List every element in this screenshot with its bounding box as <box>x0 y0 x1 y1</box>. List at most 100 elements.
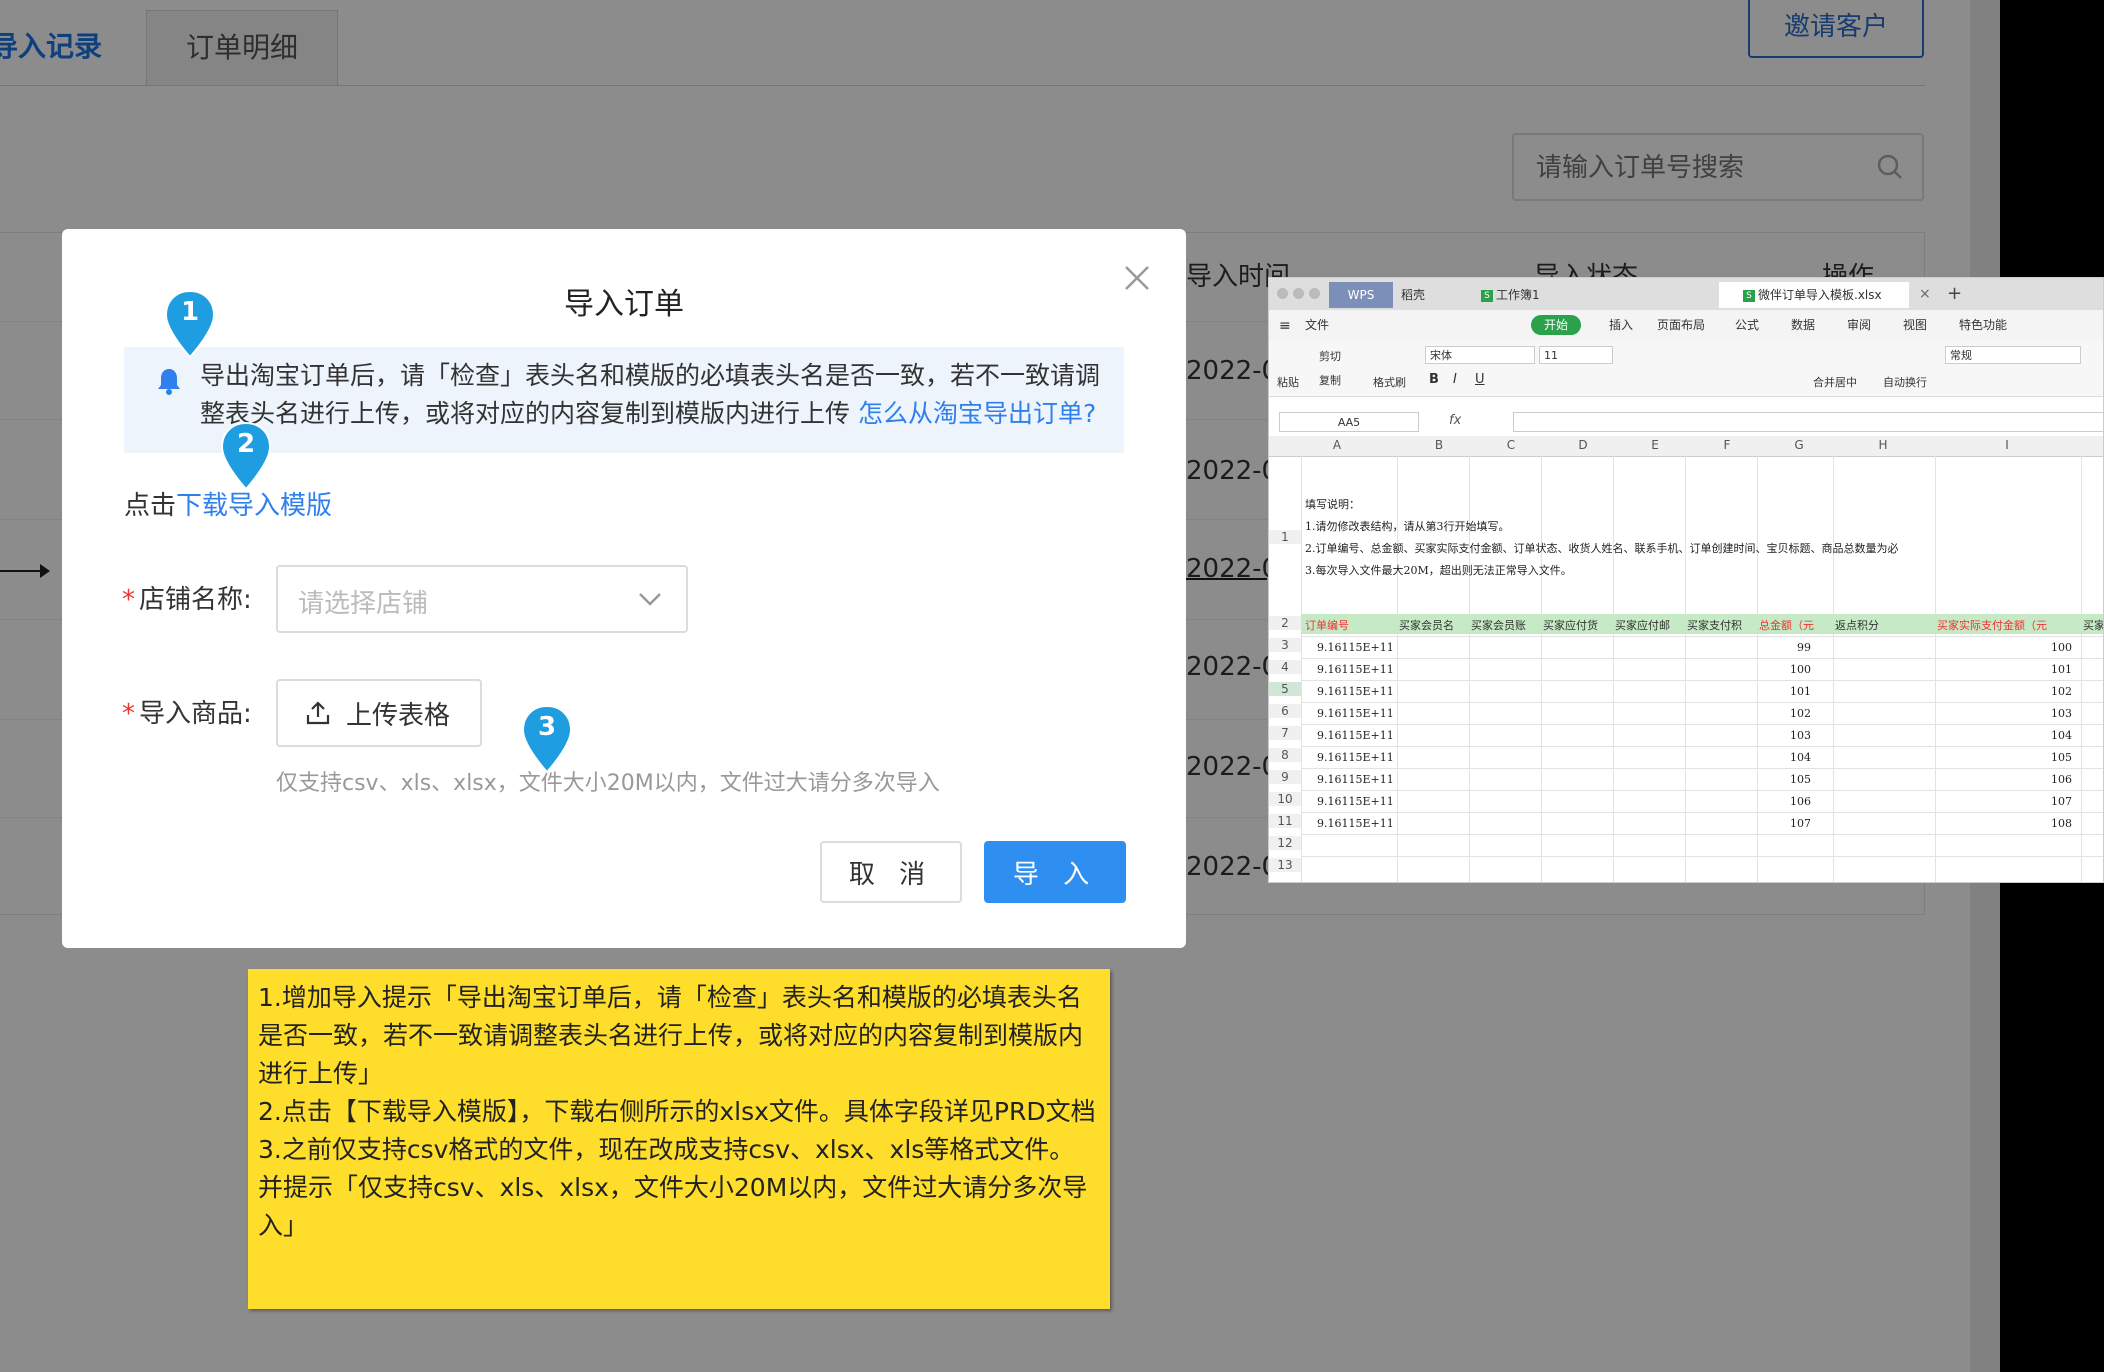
header-cell[interactable]: 买家会员名 <box>1399 617 1469 633</box>
header-cell[interactable]: 订单编号 <box>1305 617 1395 633</box>
row-number[interactable]: 7 <box>1269 726 1301 740</box>
paid-cell[interactable]: 105 <box>2051 751 2072 764</box>
row-number[interactable]: 10 <box>1269 792 1301 806</box>
order-id-cell[interactable]: 9.16115E+11 <box>1317 751 1394 764</box>
cut-button[interactable]: 剪切 <box>1319 348 1341 364</box>
order-id-cell[interactable]: 9.16115E+11 <box>1317 663 1394 676</box>
total-cell[interactable]: 100 <box>1790 663 1811 676</box>
sheet-tab-file[interactable]: S 微伴订单导入模板.xlsx <box>1719 282 1909 308</box>
menu-data[interactable]: 数据 <box>1791 316 1815 333</box>
total-cell[interactable]: 106 <box>1790 795 1811 808</box>
menu-special[interactable]: 特色功能 <box>1959 316 2007 333</box>
hamburger-icon[interactable]: ≡ <box>1279 318 1291 334</box>
row-number[interactable]: 8 <box>1269 748 1301 762</box>
column-letter[interactable]: G <box>1789 438 1809 452</box>
underline-icon[interactable]: U <box>1475 372 1485 387</box>
cancel-button[interactable]: 取 消 <box>820 841 962 903</box>
menu-view[interactable]: 视图 <box>1903 316 1927 333</box>
menu-start[interactable]: 开始 <box>1531 315 1581 335</box>
row-number[interactable]: 9 <box>1269 770 1301 784</box>
export-taobao-help-link[interactable]: 怎么从淘宝导出订单? <box>858 399 1096 428</box>
total-cell[interactable]: 107 <box>1790 817 1811 830</box>
store-select[interactable]: 请选择店铺 <box>276 565 688 633</box>
header-cell[interactable]: 买家应付邮 <box>1615 617 1685 633</box>
font-select[interactable]: 宋体 <box>1425 346 1535 364</box>
bold-icon[interactable]: B <box>1429 372 1439 387</box>
sheet-tab-wps[interactable]: WPS <box>1329 282 1393 308</box>
merge-center-button[interactable]: 合并居中 <box>1813 374 1857 390</box>
row-number[interactable]: 5 <box>1269 682 1301 696</box>
grid-line <box>1301 724 2103 725</box>
row-number[interactable]: 12 <box>1269 836 1301 850</box>
row-number[interactable]: 1 <box>1269 530 1301 544</box>
name-box[interactable]: AA5 <box>1279 412 1419 432</box>
total-cell[interactable]: 105 <box>1790 773 1811 786</box>
header-cell[interactable]: 买家 <box>2083 617 2103 633</box>
total-cell[interactable]: 99 <box>1797 641 1811 654</box>
row-number[interactable]: 3 <box>1269 638 1301 652</box>
badge-number: 1 <box>180 297 200 327</box>
paid-cell[interactable]: 106 <box>2051 773 2072 786</box>
order-id-cell[interactable]: 9.16115E+11 <box>1317 641 1394 654</box>
header-cell[interactable]: 买家会员账 <box>1471 617 1541 633</box>
italic-icon[interactable]: I <box>1453 372 1457 387</box>
close-icon[interactable] <box>1122 263 1152 293</box>
total-cell[interactable]: 104 <box>1790 751 1811 764</box>
paid-cell[interactable]: 100 <box>2051 641 2072 654</box>
total-cell[interactable]: 101 <box>1790 685 1811 698</box>
menu-file[interactable]: 文件 <box>1305 316 1329 333</box>
sheet-tab-doc[interactable]: 稻壳 <box>1401 282 1425 308</box>
grid-line <box>1301 680 2103 681</box>
order-id-cell[interactable]: 9.16115E+11 <box>1317 685 1394 698</box>
header-cell[interactable]: 买家支付积 <box>1687 617 1757 633</box>
paid-cell[interactable]: 108 <box>2051 817 2072 830</box>
order-id-cell[interactable]: 9.16115E+11 <box>1317 817 1394 830</box>
download-template-link[interactable]: 下载导入模版 <box>176 491 332 521</box>
header-cell[interactable]: 总金额（元 <box>1759 617 1833 633</box>
order-id-cell[interactable]: 9.16115E+11 <box>1317 707 1394 720</box>
header-cell[interactable]: 买家应付货 <box>1543 617 1613 633</box>
column-letter[interactable]: D <box>1573 438 1593 452</box>
column-letter[interactable]: C <box>1501 438 1521 452</box>
paid-cell[interactable]: 104 <box>2051 729 2072 742</box>
header-cell[interactable]: 返点积分 <box>1835 617 1935 633</box>
paid-cell[interactable]: 107 <box>2051 795 2072 808</box>
total-cell[interactable]: 103 <box>1790 729 1811 742</box>
menu-page-layout[interactable]: 页面布局 <box>1657 316 1705 333</box>
paid-cell[interactable]: 101 <box>2051 663 2072 676</box>
order-id-cell[interactable]: 9.16115E+11 <box>1317 795 1394 808</box>
import-button[interactable]: 导 入 <box>984 841 1126 903</box>
column-letter[interactable]: H <box>1873 438 1893 452</box>
sheet-tab-workbook[interactable]: S 工作簿1 <box>1481 282 1540 308</box>
order-id-cell[interactable]: 9.16115E+11 <box>1317 729 1394 742</box>
new-tab-icon[interactable]: + <box>1947 283 1962 304</box>
total-cell[interactable]: 102 <box>1790 707 1811 720</box>
row-number[interactable]: 2 <box>1269 616 1301 630</box>
row-number[interactable]: 13 <box>1269 858 1301 872</box>
column-letter[interactable]: F <box>1717 438 1737 452</box>
column-letter[interactable]: E <box>1645 438 1665 452</box>
format-painter-button[interactable]: 格式刷 <box>1373 374 1406 390</box>
paste-button[interactable]: 粘贴 <box>1277 374 1299 390</box>
menu-formula[interactable]: 公式 <box>1735 316 1759 333</box>
paid-cell[interactable]: 102 <box>2051 685 2072 698</box>
paid-cell[interactable]: 103 <box>2051 707 2072 720</box>
header-cell[interactable]: 买家实际支付金额（元 <box>1937 617 2081 633</box>
wrap-text-button[interactable]: 自动换行 <box>1883 374 1927 390</box>
number-format-select[interactable]: 常规 <box>1945 346 2081 364</box>
fx-icon[interactable]: fx <box>1449 413 1461 428</box>
column-letter[interactable]: A <box>1327 438 1347 452</box>
font-size-select[interactable]: 11 <box>1539 346 1613 364</box>
column-letter[interactable]: B <box>1429 438 1449 452</box>
menu-review[interactable]: 审阅 <box>1847 316 1871 333</box>
row-number[interactable]: 6 <box>1269 704 1301 718</box>
upload-sheet-button[interactable]: 上传表格 <box>276 679 482 747</box>
formula-input[interactable] <box>1513 412 2103 432</box>
row-number[interactable]: 11 <box>1269 814 1301 828</box>
copy-button[interactable]: 复制 <box>1319 372 1341 388</box>
row-number[interactable]: 4 <box>1269 660 1301 674</box>
menu-insert[interactable]: 插入 <box>1609 316 1633 333</box>
column-letter[interactable]: I <box>1997 438 2017 452</box>
close-tab-icon[interactable]: × <box>1919 286 1931 302</box>
order-id-cell[interactable]: 9.16115E+11 <box>1317 773 1394 786</box>
